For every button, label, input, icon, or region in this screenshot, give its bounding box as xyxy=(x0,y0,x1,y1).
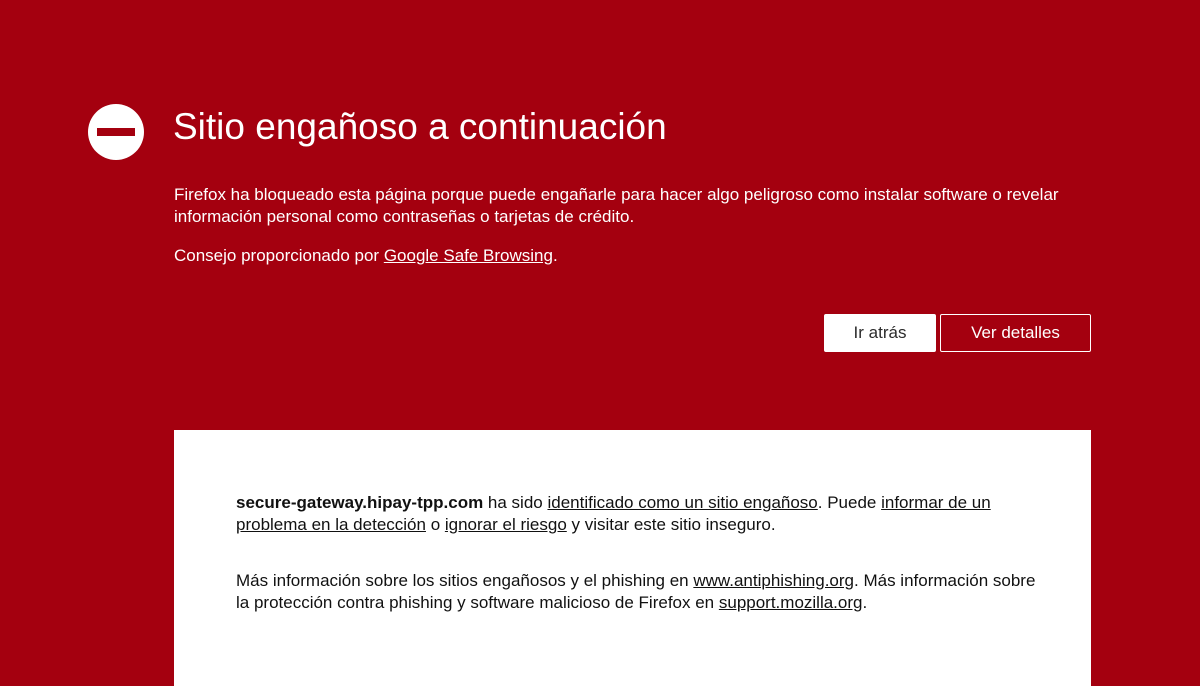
stop-icon-bar xyxy=(97,128,135,136)
safe-browsing-link[interactable]: Google Safe Browsing xyxy=(384,246,553,265)
go-back-button[interactable]: Ir atrás xyxy=(824,314,936,352)
more-info-text: . xyxy=(862,593,868,612)
stop-icon xyxy=(88,104,144,160)
more-info-paragraph: Más información sobre los sitios engaños… xyxy=(236,570,1036,614)
advisory-prefix: Consejo proporcionado por xyxy=(174,246,384,265)
advisory-text: Consejo proporcionado por Google Safe Br… xyxy=(174,245,558,267)
details-paragraph: secure-gateway.hipay-tpp.com ha sido ide… xyxy=(236,492,1036,536)
identified-deceptive-link[interactable]: identificado como un sitio engañoso xyxy=(547,493,817,512)
details-panel: secure-gateway.hipay-tpp.com ha sido ide… xyxy=(174,430,1091,686)
site-domain: secure-gateway.hipay-tpp.com xyxy=(236,493,484,512)
warning-description: Firefox ha bloqueado esta página porque … xyxy=(174,185,1059,226)
ignore-risk-link[interactable]: ignorar el riesgo xyxy=(445,515,567,534)
see-details-button[interactable]: Ver detalles xyxy=(940,314,1091,352)
antiphishing-link[interactable]: www.antiphishing.org xyxy=(693,571,854,590)
support-mozilla-link[interactable]: support.mozilla.org xyxy=(719,593,863,612)
page-title: Sitio engañoso a continuación xyxy=(173,106,667,147)
blocked-page: Sitio engañoso a continuación Firefox ha… xyxy=(0,0,1200,686)
advisory-suffix: . xyxy=(552,246,558,265)
more-info-text: Más información sobre los sitios engaños… xyxy=(236,571,694,590)
details-text: . Puede xyxy=(817,493,882,512)
details-text: ha sido xyxy=(483,493,548,512)
details-text: o xyxy=(425,515,445,534)
details-text: y visitar este sitio inseguro. xyxy=(566,515,776,534)
